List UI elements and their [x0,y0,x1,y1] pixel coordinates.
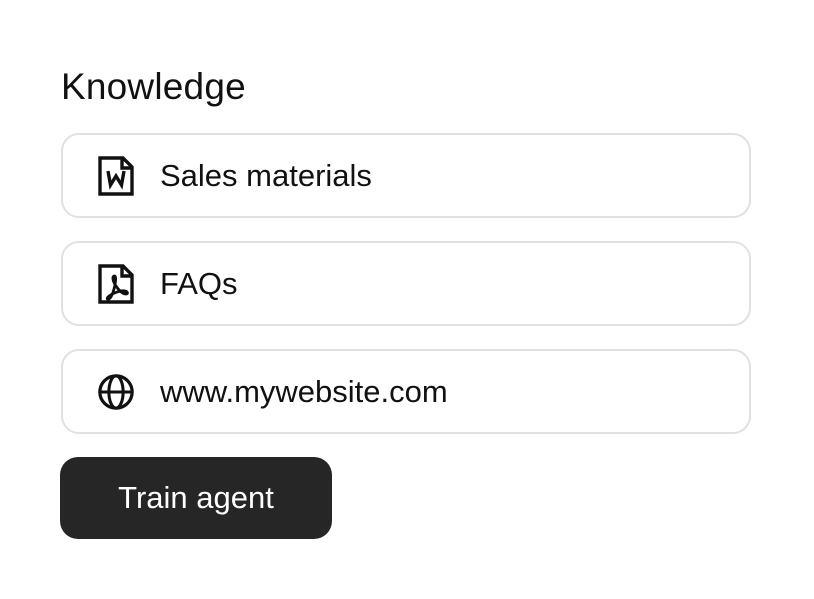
globe-icon [97,372,135,412]
train-agent-button[interactable]: Train agent [60,457,332,539]
knowledge-item-faqs[interactable]: FAQs [61,241,751,326]
knowledge-heading: Knowledge [61,66,246,107]
knowledge-item-label: www.mywebsite.com [160,373,448,409]
knowledge-item-website[interactable]: www.mywebsite.com [61,349,751,434]
knowledge-item-label: Sales materials [160,157,372,193]
knowledge-item-label: FAQs [160,265,238,301]
knowledge-item-sales-materials[interactable]: Sales materials [61,133,751,218]
pdf-document-icon [97,263,135,304]
word-document-icon [97,155,135,196]
